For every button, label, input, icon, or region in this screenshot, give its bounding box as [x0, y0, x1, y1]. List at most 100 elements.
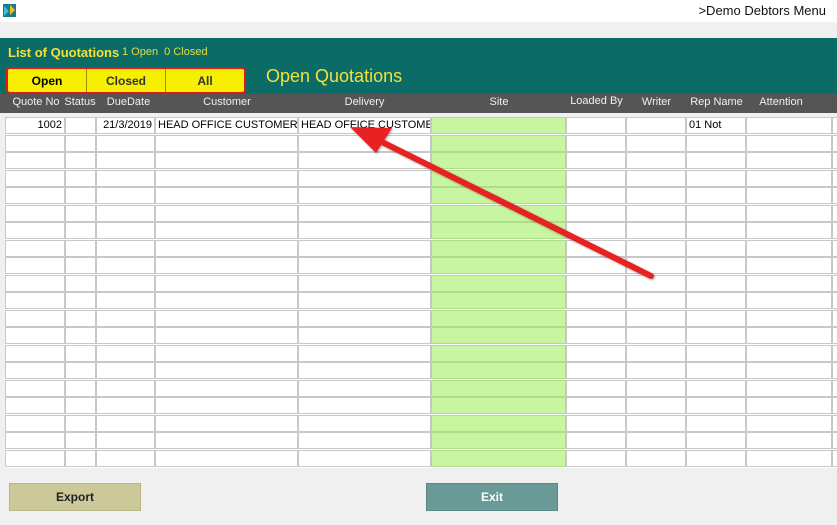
table-cell[interactable]	[155, 397, 298, 414]
table-cell[interactable]	[832, 292, 837, 309]
table-cell[interactable]	[626, 134, 686, 152]
table-cell[interactable]	[832, 414, 837, 432]
table-cell[interactable]	[832, 134, 837, 152]
table-cell[interactable]	[626, 379, 686, 397]
table-cell[interactable]	[626, 187, 686, 204]
table-cell[interactable]	[298, 239, 431, 257]
table-row[interactable]	[5, 257, 837, 274]
column-header-attention[interactable]: Attention	[747, 96, 815, 108]
table-cell[interactable]	[746, 134, 832, 152]
table-cell[interactable]	[626, 292, 686, 309]
cell-site[interactable]	[431, 204, 566, 222]
table-cell[interactable]	[155, 344, 298, 362]
table-row[interactable]: 1002 21/3/2019 HEAD OFFICE CUSTOMER HEAD…	[5, 117, 837, 134]
table-cell[interactable]	[96, 292, 155, 309]
table-cell[interactable]	[298, 134, 431, 152]
cell-site[interactable]	[431, 239, 566, 257]
table-cell[interactable]	[686, 344, 746, 362]
table-cell[interactable]	[298, 309, 431, 327]
table-cell[interactable]	[746, 449, 832, 467]
table-cell[interactable]	[832, 239, 837, 257]
table-cell[interactable]	[746, 274, 832, 292]
table-cell[interactable]	[746, 379, 832, 397]
table-cell[interactable]	[686, 449, 746, 467]
table-cell[interactable]	[566, 449, 626, 467]
table-cell[interactable]	[5, 414, 65, 432]
table-cell[interactable]	[5, 204, 65, 222]
table-cell[interactable]	[746, 169, 832, 187]
cell-site[interactable]	[431, 414, 566, 432]
table-cell[interactable]	[746, 239, 832, 257]
table-cell[interactable]	[5, 187, 65, 204]
cell-site[interactable]	[431, 222, 566, 239]
table-cell[interactable]	[65, 257, 96, 274]
column-header-quote-no[interactable]: Quote No	[8, 96, 64, 108]
table-cell[interactable]	[626, 257, 686, 274]
cell-attention[interactable]	[746, 117, 832, 134]
cell-loaded-by[interactable]	[566, 117, 626, 134]
table-cell[interactable]	[5, 432, 65, 449]
table-cell[interactable]	[686, 292, 746, 309]
table-cell[interactable]	[298, 397, 431, 414]
table-cell[interactable]	[566, 257, 626, 274]
table-cell[interactable]	[65, 414, 96, 432]
table-cell[interactable]	[566, 152, 626, 169]
table-cell[interactable]	[832, 152, 837, 169]
table-cell[interactable]	[65, 152, 96, 169]
table-cell[interactable]	[626, 204, 686, 222]
table-row[interactable]	[5, 274, 837, 292]
table-cell[interactable]	[832, 257, 837, 274]
table-cell[interactable]	[566, 274, 626, 292]
table-cell[interactable]	[5, 292, 65, 309]
cell-quote-no[interactable]: 1002	[5, 117, 65, 134]
table-cell[interactable]	[832, 222, 837, 239]
table-cell[interactable]	[746, 397, 832, 414]
table-cell[interactable]	[65, 187, 96, 204]
table-cell[interactable]	[626, 449, 686, 467]
table-cell[interactable]	[5, 257, 65, 274]
table-cell[interactable]	[65, 397, 96, 414]
filter-all-button[interactable]: All	[166, 69, 244, 92]
table-cell[interactable]	[298, 222, 431, 239]
table-cell[interactable]	[566, 222, 626, 239]
table-cell[interactable]	[626, 222, 686, 239]
cell-duedate[interactable]: 21/3/2019	[96, 117, 155, 134]
cell-site[interactable]	[431, 432, 566, 449]
table-cell[interactable]	[155, 379, 298, 397]
cell-site[interactable]	[431, 397, 566, 414]
table-cell[interactable]	[566, 169, 626, 187]
table-cell[interactable]	[686, 222, 746, 239]
cell-site[interactable]	[431, 309, 566, 327]
table-cell[interactable]	[832, 169, 837, 187]
table-cell[interactable]	[65, 327, 96, 344]
table-cell[interactable]	[566, 187, 626, 204]
table-row[interactable]	[5, 309, 837, 327]
table-cell[interactable]	[155, 134, 298, 152]
table-cell[interactable]	[566, 362, 626, 379]
table-cell[interactable]	[96, 397, 155, 414]
table-cell[interactable]	[832, 397, 837, 414]
table-cell[interactable]	[96, 257, 155, 274]
table-cell[interactable]	[5, 134, 65, 152]
table-cell[interactable]	[746, 257, 832, 274]
table-cell[interactable]	[155, 152, 298, 169]
table-cell[interactable]	[5, 379, 65, 397]
table-cell[interactable]	[5, 152, 65, 169]
table-cell[interactable]	[96, 274, 155, 292]
table-cell[interactable]	[626, 432, 686, 449]
table-cell[interactable]	[832, 449, 837, 467]
table-cell[interactable]	[626, 344, 686, 362]
filter-closed-button[interactable]: Closed	[87, 69, 166, 92]
table-cell[interactable]	[298, 187, 431, 204]
table-cell[interactable]	[298, 379, 431, 397]
table-cell[interactable]	[155, 309, 298, 327]
table-cell[interactable]	[298, 327, 431, 344]
table-row[interactable]	[5, 432, 837, 449]
table-cell[interactable]	[626, 327, 686, 344]
table-cell[interactable]	[746, 152, 832, 169]
column-header-status[interactable]: Status	[64, 96, 96, 108]
table-cell[interactable]	[96, 327, 155, 344]
cell-site[interactable]	[431, 169, 566, 187]
table-cell[interactable]	[298, 414, 431, 432]
table-cell[interactable]	[155, 187, 298, 204]
